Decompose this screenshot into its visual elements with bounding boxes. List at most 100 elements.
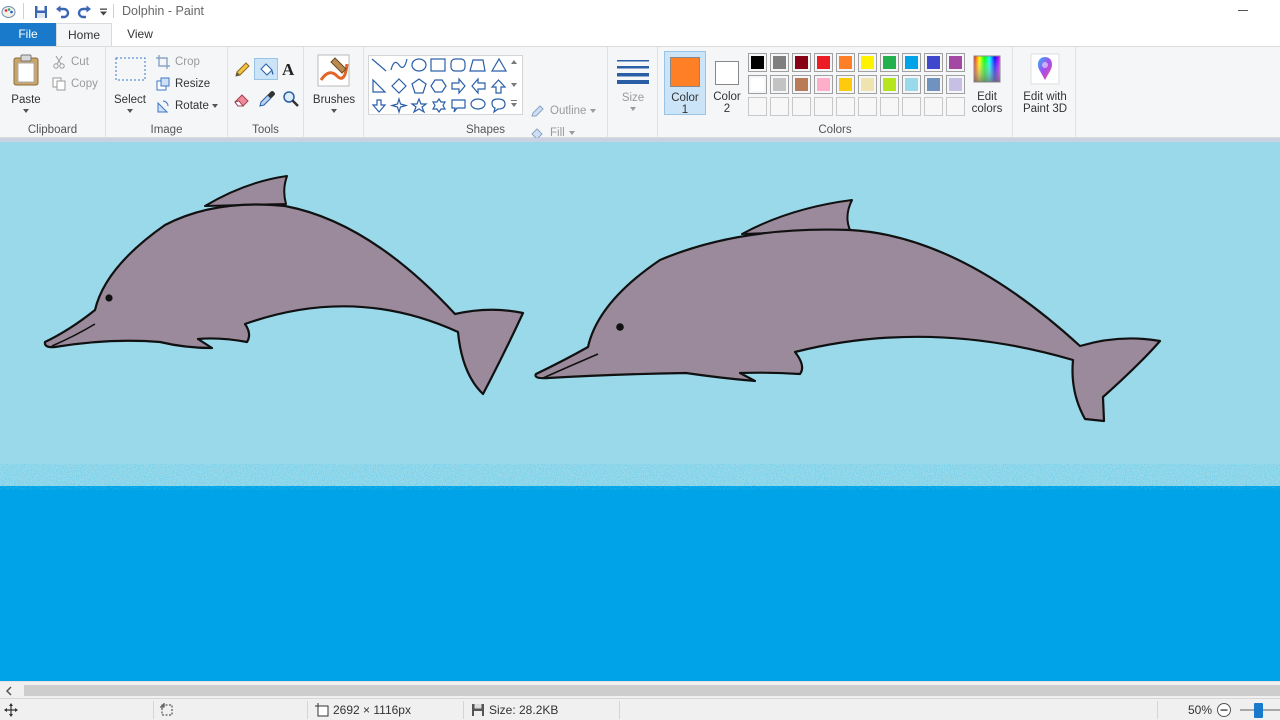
brushes-button[interactable]: Brushes bbox=[310, 51, 358, 117]
status-divider bbox=[1157, 701, 1158, 719]
canvas-size-icon bbox=[315, 703, 329, 717]
brushes-group: Brushes bbox=[304, 47, 364, 139]
size-button[interactable]: Size bbox=[613, 51, 653, 117]
palette-swatch[interactable] bbox=[858, 53, 877, 72]
palette-swatch[interactable] bbox=[748, 53, 767, 72]
paint3d-line1: Edit with bbox=[1023, 91, 1067, 103]
palette-swatch[interactable] bbox=[902, 53, 921, 72]
color1-label: Color 1 bbox=[665, 92, 705, 116]
custom-color-slot[interactable] bbox=[924, 97, 943, 116]
crop-button[interactable]: Crop bbox=[156, 53, 200, 71]
customize-quick-access-icon[interactable] bbox=[97, 3, 109, 20]
copy-button[interactable]: Copy bbox=[52, 75, 98, 93]
color2-label-line1: Color bbox=[713, 91, 741, 103]
canvas-area[interactable] bbox=[0, 138, 1280, 681]
redo-icon[interactable] bbox=[76, 3, 93, 20]
chevron-down-icon bbox=[211, 104, 218, 108]
palette-swatch[interactable] bbox=[814, 53, 833, 72]
custom-color-slot[interactable] bbox=[880, 97, 899, 116]
copy-label: Copy bbox=[71, 78, 98, 90]
text-tool-icon[interactable]: A bbox=[282, 60, 294, 80]
palette-swatch[interactable] bbox=[880, 53, 899, 72]
dolphin-eye bbox=[616, 323, 624, 331]
edit-colors-label: Edit colors bbox=[968, 91, 1006, 115]
color1-swatch bbox=[670, 57, 700, 87]
custom-color-slot[interactable] bbox=[748, 97, 767, 116]
clipboard-group: Paste Cut Copy Clipboard bbox=[0, 47, 106, 139]
palette-swatch[interactable] bbox=[792, 53, 811, 72]
palette-swatch[interactable] bbox=[880, 75, 899, 94]
selection-size-icon bbox=[160, 702, 174, 718]
edit-with-paint3d-button[interactable]: Edit with Paint 3D bbox=[1017, 51, 1073, 117]
palette-swatch[interactable] bbox=[770, 75, 789, 94]
palette-swatch[interactable] bbox=[792, 75, 811, 94]
palette-swatch[interactable] bbox=[814, 75, 833, 94]
status-divider bbox=[463, 701, 464, 719]
crop-label: Crop bbox=[175, 56, 200, 68]
custom-color-slot[interactable] bbox=[858, 97, 877, 116]
custom-color-slot[interactable] bbox=[836, 97, 855, 116]
scroll-left-icon[interactable] bbox=[5, 685, 13, 699]
paint3d-group: Edit with Paint 3D bbox=[1012, 47, 1076, 139]
eraser-icon[interactable] bbox=[233, 90, 251, 111]
shapes-gallery-icons bbox=[371, 57, 517, 114]
custom-color-slot[interactable] bbox=[770, 97, 789, 116]
color-palette bbox=[748, 53, 968, 119]
brush-icon bbox=[317, 54, 350, 87]
outline-label: Outline bbox=[550, 105, 587, 117]
paint-app-icon[interactable] bbox=[0, 3, 16, 20]
color2-swatch bbox=[715, 61, 739, 85]
chevron-down-icon bbox=[590, 109, 597, 113]
save-icon[interactable] bbox=[32, 3, 49, 20]
scissors-icon bbox=[53, 55, 65, 69]
canvas-dimensions: 2692 × 1116px bbox=[333, 703, 411, 717]
edit-colors-button[interactable]: Edit colors bbox=[968, 51, 1006, 117]
paint3d-icon bbox=[1030, 53, 1060, 85]
minimize-icon[interactable] bbox=[1236, 2, 1250, 16]
disk-icon bbox=[472, 704, 484, 716]
outline-button[interactable]: Outline bbox=[530, 102, 601, 120]
palette-swatch[interactable] bbox=[924, 53, 943, 72]
ribbon: Paste Cut Copy Clipboard Select Crop Res… bbox=[0, 46, 1280, 140]
palette-swatch[interactable] bbox=[946, 75, 965, 94]
horizontal-scrollbar[interactable] bbox=[0, 681, 1280, 698]
tab-file[interactable]: File bbox=[0, 23, 56, 46]
custom-color-slot[interactable] bbox=[792, 97, 811, 116]
palette-swatch[interactable] bbox=[770, 53, 789, 72]
palette-swatch[interactable] bbox=[858, 75, 877, 94]
color1-button[interactable]: Color 1 bbox=[664, 51, 706, 116]
magnifier-icon[interactable] bbox=[282, 90, 300, 111]
palette-swatch[interactable] bbox=[902, 75, 921, 94]
color-picker-icon[interactable] bbox=[258, 90, 276, 111]
resize-button[interactable]: Resize bbox=[156, 75, 210, 93]
color-spectrum-icon bbox=[973, 55, 1001, 83]
palette-swatch[interactable] bbox=[924, 75, 943, 94]
fill-bucket-icon[interactable] bbox=[254, 58, 278, 80]
palette-swatch[interactable] bbox=[748, 75, 767, 94]
paste-button[interactable]: Paste bbox=[4, 51, 48, 117]
rotate-button[interactable]: Rotate bbox=[156, 97, 223, 115]
undo-icon[interactable] bbox=[54, 3, 71, 20]
custom-color-slot[interactable] bbox=[814, 97, 833, 116]
scrollbar-thumb[interactable] bbox=[24, 685, 1280, 696]
custom-color-slot[interactable] bbox=[946, 97, 965, 116]
rotate-label: Rotate bbox=[175, 100, 209, 112]
tab-home[interactable]: Home bbox=[56, 23, 112, 47]
pencil-icon[interactable] bbox=[233, 61, 251, 82]
select-button[interactable]: Select bbox=[112, 51, 148, 117]
zoom-slider-thumb[interactable] bbox=[1254, 703, 1263, 718]
custom-color-slot[interactable] bbox=[902, 97, 921, 116]
tab-view[interactable]: View bbox=[112, 23, 168, 46]
ribbon-tab-bar: File Home View bbox=[0, 23, 1280, 47]
drawing-canvas[interactable] bbox=[0, 142, 1280, 681]
status-divider bbox=[307, 701, 308, 719]
cut-button[interactable]: Cut bbox=[52, 53, 89, 71]
color2-button[interactable]: Color 2 bbox=[708, 51, 746, 115]
cut-label: Cut bbox=[71, 56, 89, 68]
palette-swatch[interactable] bbox=[836, 75, 855, 94]
clipboard-group-label: Clipboard bbox=[27, 124, 78, 136]
palette-swatch[interactable] bbox=[836, 53, 855, 72]
color2-label-line2: 2 bbox=[723, 103, 731, 115]
zoom-out-icon[interactable] bbox=[1216, 702, 1232, 718]
palette-swatch[interactable] bbox=[946, 53, 965, 72]
